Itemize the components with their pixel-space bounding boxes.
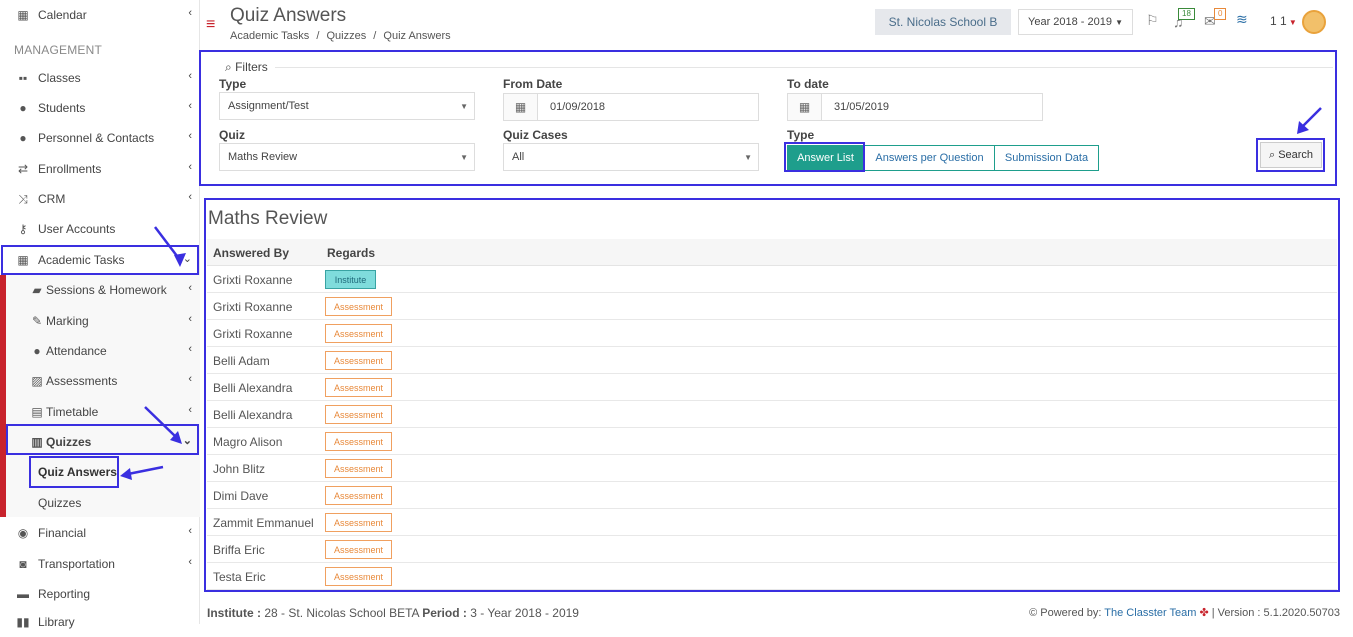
sidebar-item-personnel[interactable]: ● Personnel & Contacts ‹	[0, 123, 200, 153]
sidebar-heading: MANAGEMENT	[14, 43, 103, 57]
chevron-left-icon: ‹	[188, 313, 192, 325]
footer-institute: Institute : 28 - St. Nicolas School BETA…	[207, 606, 579, 620]
avatar[interactable]	[1302, 10, 1326, 34]
chevron-left-icon: ‹	[188, 525, 192, 537]
sidebar-item-calendar[interactable]: ▦ Calendar ‹	[0, 0, 200, 30]
chevron-left-icon: ‹	[188, 343, 192, 355]
breadcrumb-item[interactable]: Quizzes	[326, 30, 366, 42]
page-title: Quiz Answers	[230, 5, 347, 26]
key-icon: ⚷	[18, 222, 28, 236]
edit-icon: ✎	[31, 314, 43, 328]
classes-icon: ▪▪	[18, 71, 28, 85]
chevron-left-icon: ‹	[188, 282, 192, 294]
students-icon: ●	[19, 101, 27, 115]
timetable-icon: ▤	[31, 405, 43, 419]
person-icon: ●	[19, 131, 27, 145]
breadcrumb-separator: /	[373, 30, 377, 42]
exchange-icon: ⇄	[17, 162, 29, 176]
breadcrumb-separator: /	[316, 30, 320, 42]
sidebar-item-reporting[interactable]: ▬ Reporting	[0, 579, 200, 609]
bus-icon: ◙	[19, 557, 27, 571]
sidebar-item-quizzes[interactable]: Quizzes	[0, 488, 200, 518]
sessions-icon: ▰	[32, 283, 42, 297]
breadcrumb-item: Quiz Answers	[383, 30, 451, 42]
highlight-filters	[199, 50, 1337, 186]
footer: Institute : 28 - St. Nicolas School BETA…	[200, 600, 1353, 624]
books-icon: ▮▮	[16, 615, 30, 629]
user-check-icon: ●	[33, 344, 41, 358]
chevron-left-icon: ‹	[188, 373, 192, 385]
notification-badge: 18	[1178, 8, 1195, 20]
highlight-search	[1256, 138, 1325, 172]
mail-badge: 0	[1214, 8, 1227, 20]
sidebar-item-classes[interactable]: ▪▪ Classes ‹	[0, 63, 200, 93]
chevron-left-icon: ‹	[188, 191, 192, 203]
printer-icon: ▬	[17, 587, 29, 601]
assessment-icon: ▨	[31, 374, 43, 388]
sidebar-item-students[interactable]: ● Students ‹	[0, 93, 200, 123]
arrow-quiz-answers	[120, 465, 164, 480]
chevron-left-icon: ‹	[188, 70, 192, 82]
school-button[interactable]: St. Nicolas School B	[875, 9, 1011, 35]
sidebar-item-sessions[interactable]: ▰ Sessions & Homework ‹	[0, 275, 200, 305]
highlight-results	[204, 198, 1340, 592]
arrow-quizzes	[144, 406, 182, 444]
breadcrumb-item[interactable]: Academic Tasks	[230, 30, 309, 42]
sidebar-item-transportation[interactable]: ◙ Transportation ‹	[0, 549, 200, 579]
highlight-answer-list	[784, 142, 865, 172]
classter-logo-icon: ✤	[1199, 607, 1209, 619]
sidebar-item-enrollments[interactable]: ⇄ Enrollments ‹	[0, 154, 200, 184]
chevron-left-icon: ‹	[188, 7, 192, 19]
flag-icon[interactable]: ⚐	[1146, 12, 1159, 29]
highlight-quiz-answers	[29, 456, 119, 488]
chevron-left-icon: ‹	[188, 556, 192, 568]
layers-icon[interactable]: ≋	[1236, 11, 1248, 28]
caret-down-icon: ▼	[1115, 17, 1123, 27]
chevron-left-icon: ‹	[188, 130, 192, 142]
chevron-left-icon: ‹	[188, 100, 192, 112]
footer-powered: © Powered by: The Classter Team ✤ | Vers…	[1029, 607, 1340, 619]
sidebar-item-financial[interactable]: ◉ Financial ‹	[0, 518, 200, 548]
sidebar-item-assessments[interactable]: ▨ Assessments ‹	[0, 366, 200, 396]
sidebar-item-crm[interactable]: ⤨ CRM ‹	[0, 184, 200, 214]
coins-icon: ◉	[17, 526, 29, 540]
chevron-left-icon: ‹	[188, 161, 192, 173]
sidebar-item-marking[interactable]: ✎ Marking ‹	[0, 306, 200, 336]
sidebar-item-library[interactable]: ▮▮ Library	[0, 607, 200, 637]
year-select[interactable]: Year 2018 - 2019 ▼	[1018, 9, 1133, 35]
sidebar-item-attendance[interactable]: ● Attendance ‹	[0, 336, 200, 366]
calendar-icon: ▦	[17, 8, 29, 22]
user-menu[interactable]: 1 1 ▼	[1270, 14, 1297, 28]
copyright-icon: ©	[1029, 607, 1038, 619]
classter-team-link[interactable]: The Classter Team	[1104, 607, 1196, 619]
arrow-search	[1297, 107, 1322, 134]
caret-down-icon: ▼	[1286, 18, 1297, 27]
arrow-academic-tasks	[154, 226, 186, 267]
breadcrumb: Academic Tasks / Quizzes / Quiz Answers	[230, 30, 455, 42]
hamburger-icon[interactable]: ≡	[206, 16, 215, 34]
shuffle-icon: ⤨	[18, 191, 28, 206]
